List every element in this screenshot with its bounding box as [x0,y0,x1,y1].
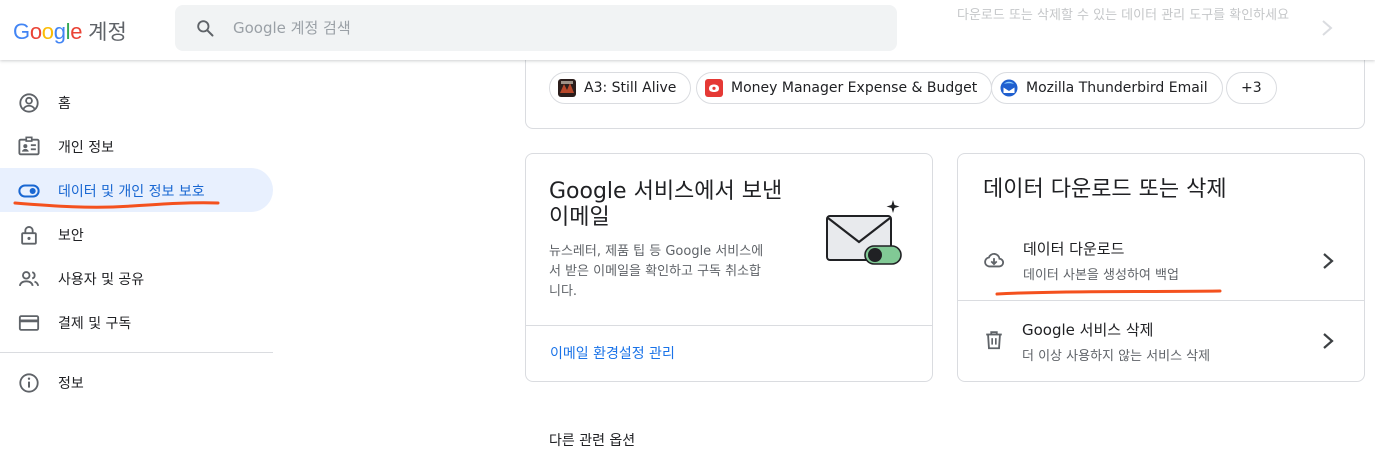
app-chip-label: Money Manager Expense & Budget [731,80,978,96]
sidebar-item-label: 정보 [58,376,84,392]
download-data-subtitle: 데이터 사본을 생성하여 백업 [1023,268,1179,283]
sidebar-item-about[interactable]: 정보 [0,360,273,404]
info-icon [19,373,39,393]
chevron-right-icon [1323,333,1334,349]
annotation-underline [13,201,220,209]
other-options-heading: 다른 관련 옵션 [549,433,636,449]
more-apps-chip[interactable]: +3 [1226,72,1277,104]
app-chip-label: A3: Still Alive [584,80,677,96]
a3-game-icon [558,79,576,97]
email-card-description-line2: 서 받은 이메일을 확인하고 구독 취소합 [549,264,762,279]
top-app-bar: Google 계정 다운로드 또는 삭제할 수 있는 데이터 관리 도구를 확인… [0,0,1375,60]
search-bar[interactable] [175,5,897,51]
logo-product-name: 계정 [88,20,127,44]
cloud-download-icon [984,253,1005,268]
delete-service-row[interactable] [958,301,1364,381]
sidebar-item-people-sharing[interactable]: 사용자 및 공유 [0,256,273,300]
email-card-description-line3: 니다. [549,284,578,299]
sidebar-item-payments[interactable]: 결제 및 구독 [0,300,273,344]
money-manager-icon [705,79,723,97]
google-account-logo[interactable]: Google 계정 [13,16,127,46]
google-wordmark: Google [13,19,82,45]
data-card-title: 데이터 다운로드 또는 삭제 [983,177,1227,202]
chevron-right-icon [1323,253,1334,269]
wordmark-letter: o [41,19,54,44]
id-card-icon [18,136,40,156]
lock-icon [21,226,37,245]
thunderbird-icon [1000,79,1018,97]
search-icon[interactable] [195,18,215,38]
sidebar-item-label: 개인 정보 [58,140,114,156]
sidebar-item-label: 홈 [58,96,71,112]
chevron-right-icon[interactable] [1320,18,1334,38]
app-chip[interactable]: A3: Still Alive [549,72,692,104]
email-card-title-line2: 이메일 [549,205,610,230]
account-circle-icon [19,93,39,113]
delete-service-subtitle: 더 이상 사용하지 않는 서비스 삭제 [1022,349,1211,364]
header-notice-text: 다운로드 또는 삭제할 수 있는 데이터 관리 도구를 확인하세요 [957,8,1290,23]
sidebar-divider [0,352,273,353]
search-input[interactable] [233,5,873,51]
envelope-toggle-illustration-icon [826,200,902,265]
credit-card-icon [18,315,40,331]
delete-service-title: Google 서비스 삭제 [1022,321,1154,339]
wordmark-letter: g [53,19,66,44]
sidebar-item-label: 사용자 및 공유 [58,272,145,288]
app-chip[interactable]: Mozilla Thunderbird Email [991,72,1223,104]
annotation-underline [995,289,1222,296]
sidebar-item-label: 보안 [58,228,84,244]
wordmark-letter: G [13,19,30,44]
app-chip-label: Mozilla Thunderbird Email [1026,80,1208,96]
more-apps-label: +3 [1241,80,1262,96]
trash-icon [986,331,1002,350]
sidebar-item-security[interactable]: 보안 [0,212,273,256]
people-icon [18,271,40,287]
email-card-divider [526,325,932,326]
email-card-title: Google 서비스에서 보낸 [549,179,783,204]
wordmark-letter: o [29,19,42,44]
sidebar-item-home[interactable]: 홈 [0,80,273,124]
email-card-description: 뉴스레터, 제품 팁 등 Google 서비스에 [549,244,764,259]
sidebar-item-personal-info[interactable]: 개인 정보 [0,124,273,168]
app-chip[interactable]: Money Manager Expense & Budget [696,72,993,104]
download-data-title: 데이터 다운로드 [1023,240,1125,258]
manage-email-preferences-link[interactable]: 이메일 환경설정 관리 [550,343,675,363]
wordmark-letter: e [70,19,83,44]
sidebar-item-label: 결제 및 구독 [58,316,132,332]
